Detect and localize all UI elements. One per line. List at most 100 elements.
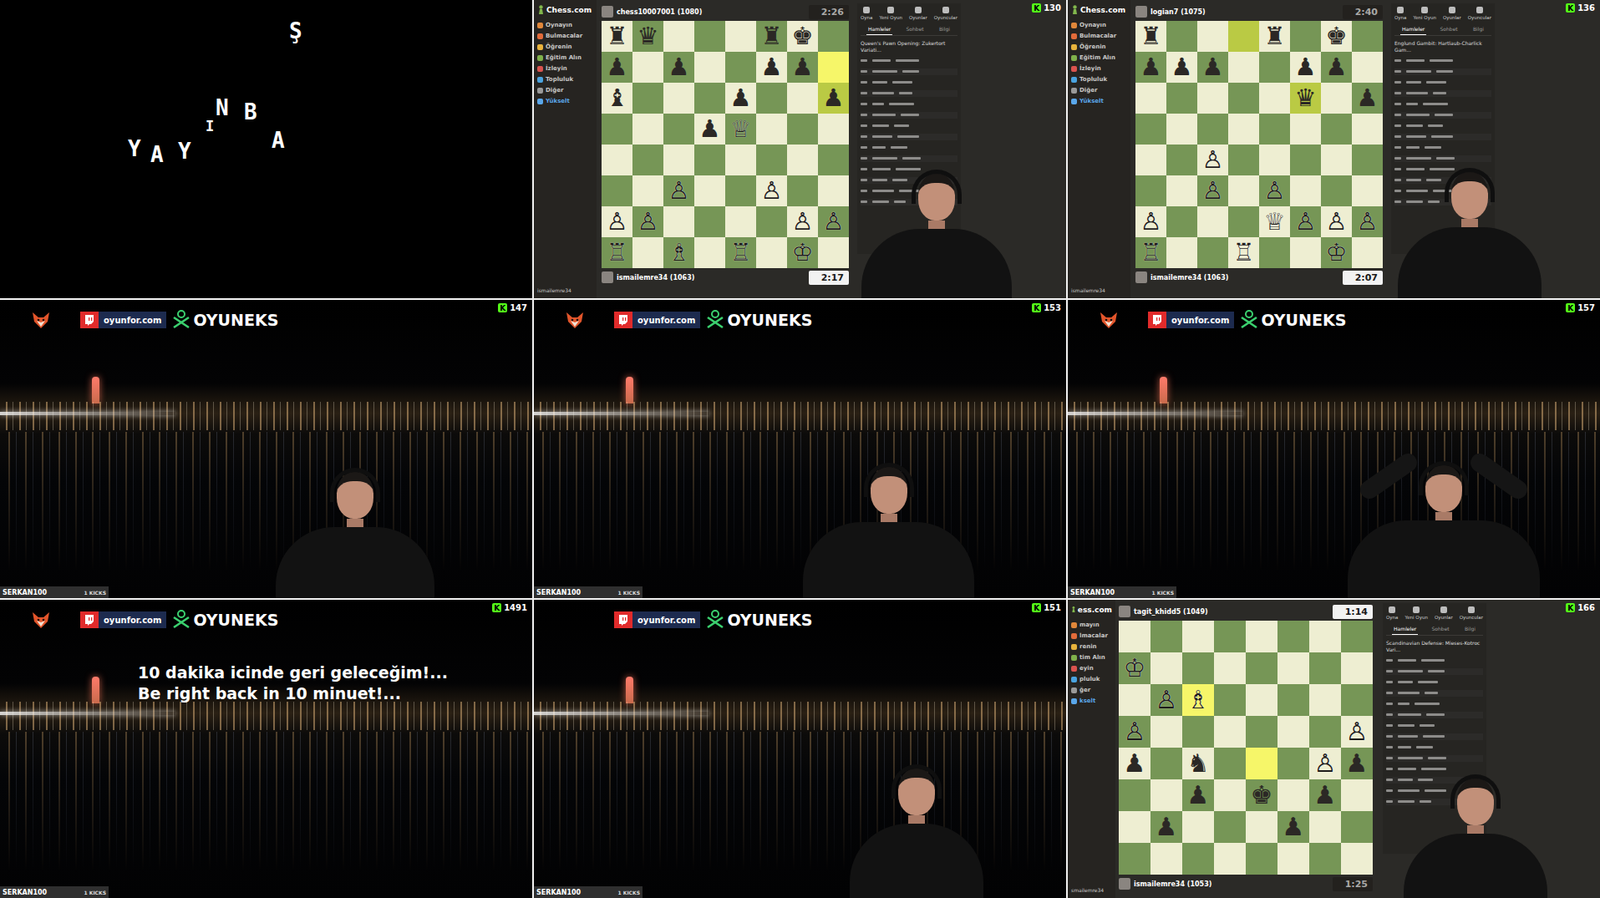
board-square[interactable]: ♙ xyxy=(1197,144,1229,176)
board-square[interactable] xyxy=(694,237,726,269)
board-square[interactable]: ♜ xyxy=(1135,20,1167,52)
chess-piece-icon[interactable]: ♙ xyxy=(1202,147,1225,173)
move-row[interactable] xyxy=(1386,711,1484,719)
board-square[interactable]: ♟ xyxy=(1277,811,1310,844)
chess-piece-icon[interactable]: ♙ xyxy=(1295,209,1317,234)
sidebar-item[interactable]: Eğitim Alın xyxy=(1071,54,1128,61)
board-square[interactable] xyxy=(787,82,818,114)
board-square[interactable] xyxy=(1277,684,1310,717)
board-square[interactable] xyxy=(1213,843,1246,875)
move-row[interactable] xyxy=(860,101,958,108)
board-square[interactable] xyxy=(601,175,633,207)
sidebar-user[interactable]: ismailemre34 xyxy=(1071,287,1128,294)
board-square[interactable] xyxy=(725,206,757,238)
chess-piece-icon[interactable]: ♖ xyxy=(1140,240,1163,265)
board-square[interactable]: ♙ xyxy=(601,206,633,238)
board-square[interactable] xyxy=(601,113,633,145)
panel-subtab[interactable]: Bilgi xyxy=(1462,624,1478,635)
promo-badge[interactable]: oyunfor.com xyxy=(614,611,701,629)
board-square[interactable]: ♚ xyxy=(1245,779,1278,812)
board-square[interactable] xyxy=(1259,144,1291,176)
board-square[interactable]: ♞ xyxy=(1182,747,1214,780)
board-square[interactable] xyxy=(1197,206,1229,238)
move-row[interactable] xyxy=(1394,101,1492,108)
board-square[interactable]: ♙ xyxy=(1340,716,1373,748)
board-square[interactable]: ♟ xyxy=(601,51,633,83)
board-square[interactable] xyxy=(632,237,664,269)
chess-piece-icon[interactable]: ♜ xyxy=(606,24,629,49)
sidebar-item[interactable]: Yükselt xyxy=(1071,97,1128,105)
sidebar-item[interactable]: ğer xyxy=(1071,686,1113,694)
board-square[interactable] xyxy=(1228,175,1260,207)
board-square[interactable]: ♔ xyxy=(1118,652,1151,685)
board-square[interactable] xyxy=(1150,747,1183,780)
board-square[interactable] xyxy=(1166,20,1198,52)
chess-piece-icon[interactable]: ♙ xyxy=(792,209,814,234)
board-square[interactable] xyxy=(1245,811,1278,844)
panel-subtab[interactable]: Bilgi xyxy=(1471,24,1486,36)
board-square[interactable]: ♟ xyxy=(694,113,726,145)
sidebar-item[interactable]: İzleyin xyxy=(1071,65,1128,72)
move-row[interactable] xyxy=(1394,122,1492,130)
board-square[interactable] xyxy=(1166,144,1198,176)
board-square[interactable] xyxy=(1290,20,1321,52)
board-square[interactable]: ♔ xyxy=(787,237,818,269)
sidebar-item[interactable]: Eğitim Alın xyxy=(537,54,594,61)
chess-piece-icon[interactable]: ♛ xyxy=(1295,86,1317,111)
move-row[interactable] xyxy=(860,111,958,119)
board-square[interactable]: ♟ xyxy=(1182,779,1214,812)
panel-tab[interactable]: Oyuncular xyxy=(934,6,958,21)
move-row[interactable] xyxy=(1394,111,1492,119)
chess-piece-icon[interactable]: ♟ xyxy=(1282,814,1306,840)
board-square[interactable] xyxy=(1182,811,1214,844)
sidebar-item[interactable]: İzleyin xyxy=(537,65,594,72)
board-square[interactable] xyxy=(1309,716,1341,748)
sidebar-item[interactable]: lmacalar xyxy=(1071,632,1113,640)
move-row[interactable] xyxy=(1386,668,1484,676)
sidebar-item[interactable]: Yükselt xyxy=(537,97,594,105)
board-square[interactable]: ♟ xyxy=(1135,51,1167,83)
board-square[interactable]: ♟ xyxy=(1166,51,1198,83)
board-square[interactable] xyxy=(1118,811,1151,844)
board-square[interactable] xyxy=(632,144,664,176)
board-square[interactable] xyxy=(1340,811,1373,844)
panel-tab[interactable]: Yeni Oyun xyxy=(1405,606,1428,620)
panel-subtab[interactable]: Hamleler xyxy=(866,24,893,36)
board-square[interactable]: ♟ xyxy=(1340,747,1373,780)
board-square[interactable] xyxy=(756,237,788,269)
move-row[interactable] xyxy=(1386,690,1484,697)
board-square[interactable]: ♖ xyxy=(725,237,757,269)
board-square[interactable] xyxy=(1228,20,1260,52)
sidebar-item[interactable]: Bulmacalar xyxy=(537,32,594,40)
board-square[interactable] xyxy=(1320,113,1352,145)
sidebar-item[interactable]: pluluk xyxy=(1071,675,1113,683)
board-square[interactable]: ♛ xyxy=(632,20,664,52)
board-square[interactable]: ♖ xyxy=(1228,237,1260,269)
chess-piece-icon[interactable]: ♗ xyxy=(668,240,691,265)
board-square[interactable] xyxy=(1182,716,1214,748)
board-square[interactable]: ♕ xyxy=(1259,206,1291,238)
board-square[interactable] xyxy=(632,82,664,114)
board-square[interactable] xyxy=(1135,113,1167,145)
board-square[interactable]: ♜ xyxy=(601,20,633,52)
board-square[interactable]: ♖ xyxy=(1135,237,1167,269)
board-square[interactable] xyxy=(1150,652,1183,685)
player-name[interactable]: ismailemre34 (1063) xyxy=(1150,274,1229,282)
move-row[interactable] xyxy=(860,68,958,76)
chess-piece-icon[interactable]: ♟ xyxy=(1187,782,1210,808)
board-square[interactable]: ♟ xyxy=(756,51,788,83)
panel-tab[interactable]: Oyuncular xyxy=(1467,6,1492,21)
board-square[interactable] xyxy=(663,20,695,52)
chess-piece-icon[interactable]: ♟ xyxy=(792,55,814,80)
board-square[interactable] xyxy=(1245,843,1278,875)
panel-subtab[interactable]: Sohbet xyxy=(1438,24,1460,36)
move-row[interactable] xyxy=(860,144,958,152)
board-square[interactable] xyxy=(1245,652,1278,685)
move-row[interactable] xyxy=(860,133,958,141)
chess-logo[interactable]: Chess.com xyxy=(1071,5,1128,15)
sidebar-item[interactable]: Bulmacalar xyxy=(1071,32,1128,40)
panel-tab[interactable]: Yeni Oyun xyxy=(1413,6,1437,21)
move-row[interactable] xyxy=(1394,57,1492,65)
board-square[interactable] xyxy=(787,144,818,176)
chess-piece-icon[interactable]: ♟ xyxy=(1140,55,1163,80)
